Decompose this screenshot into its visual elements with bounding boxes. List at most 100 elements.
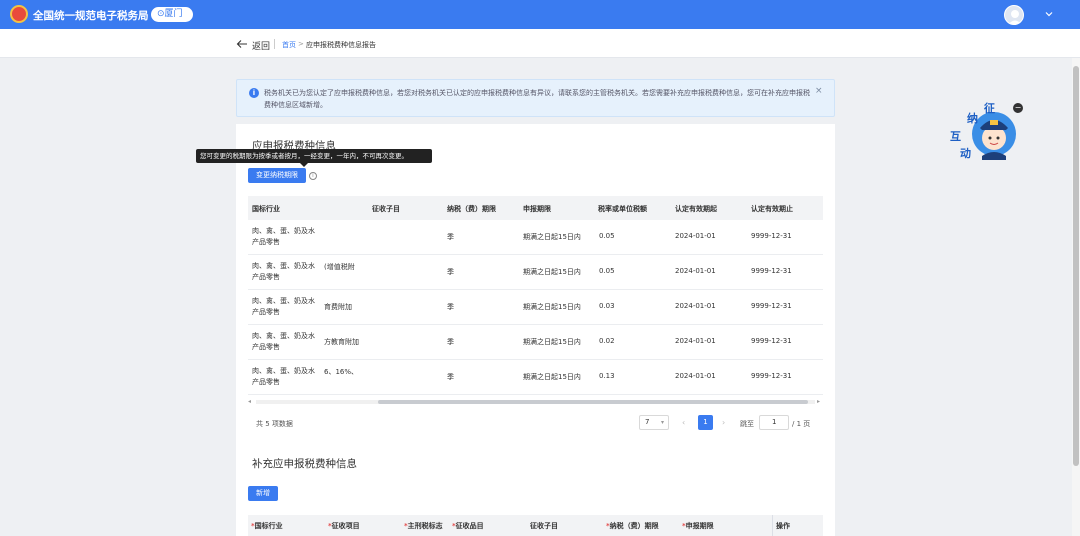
period-tooltip: 您可变更的税期限为按季或者按月，一经变更，一年内，不可再次变更。 [196,149,432,163]
cell-deadline: 期满之日起15日内 [523,338,581,346]
supplement-table-header: *国标行业 *征收项目 *主刑税标志 *征收品目 征收子目 *纳税（费）期限 *… [248,515,823,536]
cell-start: 2024-01-01 [675,232,716,240]
breadcrumb-separator: > [298,40,304,48]
jump-label: 跳至 [740,420,754,428]
chevron-down-icon[interactable] [1045,10,1053,18]
col-industry: 国标行业 [252,205,280,213]
page-1-button[interactable]: 1 [698,415,713,430]
cell-subitem: 育费附加 [324,303,352,311]
cell-end: 9999-12-31 [751,232,792,240]
cell-subitem: (增值税附 [324,263,355,271]
back-link[interactable]: 返回 [252,39,270,52]
scroll-thumb[interactable] [378,400,808,404]
cell-rate: 0.02 [599,337,615,345]
cell-deadline: 期满之日起15日内 [523,268,581,276]
page-size-value: 7 [645,418,650,426]
cell-deadline: 期满之日起15日内 [523,303,581,311]
cell-deadline: 期满之日起15日内 [523,233,581,241]
cell-industry: 肉、禽、蛋、奶及水产品零售 [252,297,315,316]
cell-deadline: 期满之日起15日内 [523,373,581,381]
cell-start: 2024-01-01 [675,267,716,275]
cell-rate: 0.05 [599,232,615,240]
city-label: 厦门 [164,9,183,19]
cell-start: 2024-01-01 [675,372,716,380]
location-pin-icon: ⊙ [157,9,165,19]
cell-start: 2024-01-01 [675,302,716,310]
mascot-char-na: 纳 [967,111,978,125]
col-end: 认定有效期止 [751,205,793,213]
col-main-flag: *主刑税标志 [404,522,443,530]
table-row: 肉、禽、蛋、奶及水产品零售 6、16%、 季 期满之日起15日内 0.13 20… [248,360,823,395]
user-avatar[interactable] [1004,5,1024,25]
cell-rate: 0.05 [599,267,615,275]
cell-end: 9999-12-31 [751,302,792,310]
col-industry: *国标行业 [251,522,283,530]
close-icon[interactable]: × [815,86,823,96]
col-category: *征收品目 [452,522,484,530]
tax-bureau-logo-icon [10,5,28,23]
scroll-left-icon[interactable]: ◂ [248,398,251,405]
cell-period: 季 [447,338,454,346]
add-button[interactable]: 新增 [248,486,278,501]
cell-industry: 肉、禽、蛋、奶及水产品零售 [252,332,315,351]
scroll-right-icon[interactable]: ▸ [817,398,820,405]
col-start: 认定有效期起 [675,205,717,213]
col-operation: 操作 [776,522,790,530]
total-pages: / 1 页 [792,420,811,428]
chevron-down-icon: ▾ [660,419,664,426]
section-title-supplement: 补充应申报税费种信息 [252,458,357,470]
city-selector[interactable]: ⊙厦门 [151,7,193,22]
total-count: 共 5 项数据 [256,420,293,428]
table-horizontal-scrollbar[interactable]: ◂ ▸ [248,398,823,406]
col-item: *征收项目 [328,522,360,530]
column-divider [772,515,773,536]
change-period-button[interactable]: 变更纳税期限 [248,168,306,183]
col-deadline: *申报期限 [682,522,714,530]
table-header: 国标行业 征收子目 纳税（费）期限 申报期限 税率或单位税额 认定有效期起 认定… [248,196,823,220]
jump-page-input[interactable]: 1 [759,415,789,430]
col-rate: 税率或单位税额 [598,205,647,213]
cell-period: 季 [447,373,454,381]
cell-industry: 肉、禽、蛋、奶及水产品零售 [252,227,315,246]
breadcrumb-divider [274,39,275,49]
cell-end: 9999-12-31 [751,267,792,275]
breadcrumb-home[interactable]: 首页 [282,40,296,50]
col-deadline: 申报期限 [523,205,551,213]
table-row: 肉、禽、蛋、奶及水产品零售 育费附加 季 期满之日起15日内 0.03 2024… [248,290,823,325]
breadcrumb-bar [0,29,1080,58]
table-row: 肉、禽、蛋、奶及水产品零售 方教育附加 季 期满之日起15日内 0.02 202… [248,325,823,360]
table-row: 肉、禽、蛋、奶及水产品零售 (增值税附 季 期满之日起15日内 0.05 202… [248,255,823,290]
cell-period: 季 [447,233,454,241]
cell-industry: 肉、禽、蛋、奶及水产品零售 [252,262,315,281]
mascot-char-hu: 互 [950,130,961,143]
scroll-thumb[interactable] [1073,66,1079,466]
col-period: *纳税（费）期限 [606,522,659,530]
info-alert: i 税务机关已为您认定了应申报税费种信息，若您对税务机关已认定的应申报税费种信息… [236,79,835,117]
cell-period: 季 [447,268,454,276]
cell-period: 季 [447,303,454,311]
info-icon: i [249,88,259,98]
tooltip-arrow [300,163,308,167]
mascot-char-dong: 动 [960,146,971,160]
page-size-select[interactable]: 7 ▾ [639,415,669,430]
cell-rate: 0.13 [599,372,615,380]
breadcrumb-current: 应申报税费种信息报告 [306,41,376,49]
cell-start: 2024-01-01 [675,337,716,345]
cell-industry: 肉、禽、蛋、奶及水产品零售 [252,367,315,386]
page-vertical-scrollbar[interactable] [1072,58,1080,536]
table-row: 肉、禽、蛋、奶及水产品零售 季 期满之日起15日内 0.05 2024-01-0… [248,220,823,255]
alert-text: 税务机关已为您认定了应申报税费种信息，若您对税务机关已认定的应申报税费种信息有异… [264,89,810,109]
next-page-icon[interactable]: › [722,418,725,427]
help-icon[interactable]: i [309,172,317,180]
mascot-char-zheng: 征 [984,101,995,115]
site-title: 全国统一规范电子税务局 [33,10,149,22]
prev-page-icon[interactable]: ‹ [682,418,685,427]
back-arrow-icon[interactable] [236,38,248,50]
cell-rate: 0.03 [599,302,615,310]
col-subitem: 征收子目 [530,522,558,530]
mascot-close-icon[interactable]: − [1013,103,1023,113]
cell-end: 9999-12-31 [751,337,792,345]
col-period: 纳税（费）期限 [447,205,496,213]
cell-end: 9999-12-31 [751,372,792,380]
cell-subitem: 方教育附加 [324,338,359,346]
